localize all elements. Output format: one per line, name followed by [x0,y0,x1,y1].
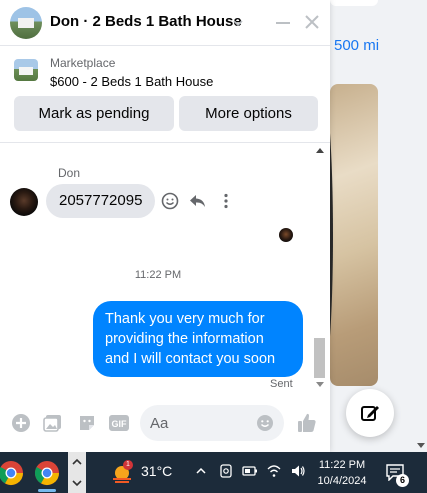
emoji-icon [257,415,273,431]
more-options-button[interactable]: More options [179,96,318,131]
chrome-icon [34,461,60,486]
listing-title[interactable]: $600 - 2 Beds 1 Bath House [50,74,213,89]
reply-icon [190,195,205,207]
sticker-icon [80,416,94,430]
network-button[interactable] [266,463,282,479]
speaker-icon [292,465,305,477]
scroll-up-arrow-icon[interactable] [316,148,324,153]
chrome-taskbar-button-1[interactable] [0,458,26,488]
listing-thumbnail [14,59,38,81]
emoji-button[interactable] [256,414,274,432]
chevron-down-icon[interactable] [232,13,244,33]
wifi-icon [267,465,281,477]
battery-button[interactable] [242,463,258,479]
listing-photo[interactable] [330,84,378,386]
background-card-edge [330,0,378,6]
incoming-message-bubble[interactable]: 2057772095 [46,184,156,218]
temperature[interactable]: 31°C [141,463,172,479]
page-scrollbar[interactable] [414,0,427,452]
listing-source-label: Marketplace [50,56,116,70]
clock[interactable]: 11:22 PM 10/4/2024 [312,457,372,489]
reply-button[interactable] [188,191,208,211]
volume-button[interactable] [290,463,306,479]
chevron-down-icon [72,480,82,487]
chevron-up-icon [196,467,206,474]
notification-count-badge: 6 [396,474,409,487]
svg-text:GIF: GIF [112,419,128,429]
chrome-taskbar-button-2[interactable] [32,458,62,492]
marketplace-listing-card[interactable]: Marketplace $600 - 2 Beds 1 Bath House [0,52,330,92]
gif-button[interactable]: GIF [108,412,130,434]
mark-as-pending-button[interactable]: Mark as pending [14,96,174,131]
add-attachment-button[interactable] [10,412,32,434]
chrome-icon [0,461,24,486]
distance-filter-link[interactable]: 500 mi [334,37,379,54]
conversation-title[interactable]: Don · 2 Beds 1 Bath House [50,13,242,30]
sticker-button[interactable] [76,412,98,434]
thumbs-up-icon [298,413,316,432]
scroll-down-arrow-icon[interactable] [417,443,425,448]
seen-receipt-avatar [279,228,293,242]
close-icon[interactable] [303,13,321,31]
conversation-avatar[interactable] [10,7,42,39]
chat-window: Don · 2 Beds 1 Bath House Marketplace $6… [0,0,330,452]
outgoing-message-bubble[interactable]: Thank you very much for providing the in… [93,301,303,377]
compose-icon [361,406,379,421]
weather-alert-badge: 1 [123,460,133,470]
sender-name: Don [58,166,81,180]
message-timestamp: 11:22 PM [134,269,182,281]
scroll-down-arrow-icon[interactable] [316,382,324,387]
like-button[interactable] [296,412,318,434]
battery-icon [242,466,257,476]
react-button[interactable] [160,191,180,211]
camera-icon [220,464,232,478]
clock-date: 10/4/2024 [317,475,367,487]
chevron-up-icon [72,458,82,465]
more-vertical-icon [224,193,228,209]
sender-avatar[interactable] [10,188,38,216]
attach-photo-button[interactable] [42,412,64,434]
taskbar-overflow-toggle[interactable] [68,452,86,493]
delivery-status: Sent [270,378,293,390]
plus-circle-icon [12,414,30,432]
new-message-button[interactable] [346,389,394,437]
meet-now-button[interactable] [218,463,234,479]
scrollbar-thumb[interactable] [314,338,325,378]
gif-icon: GIF [109,415,129,431]
show-hidden-icons-button[interactable] [193,463,209,479]
smiley-icon [161,192,179,210]
minimize-icon[interactable] [276,22,290,24]
message-composer: GIF [0,400,330,446]
message-more-button[interactable] [216,191,236,211]
clock-time: 11:22 PM [318,459,366,471]
photo-icon [43,415,61,432]
chat-header[interactable]: Don · 2 Beds 1 Bath House [0,0,330,46]
